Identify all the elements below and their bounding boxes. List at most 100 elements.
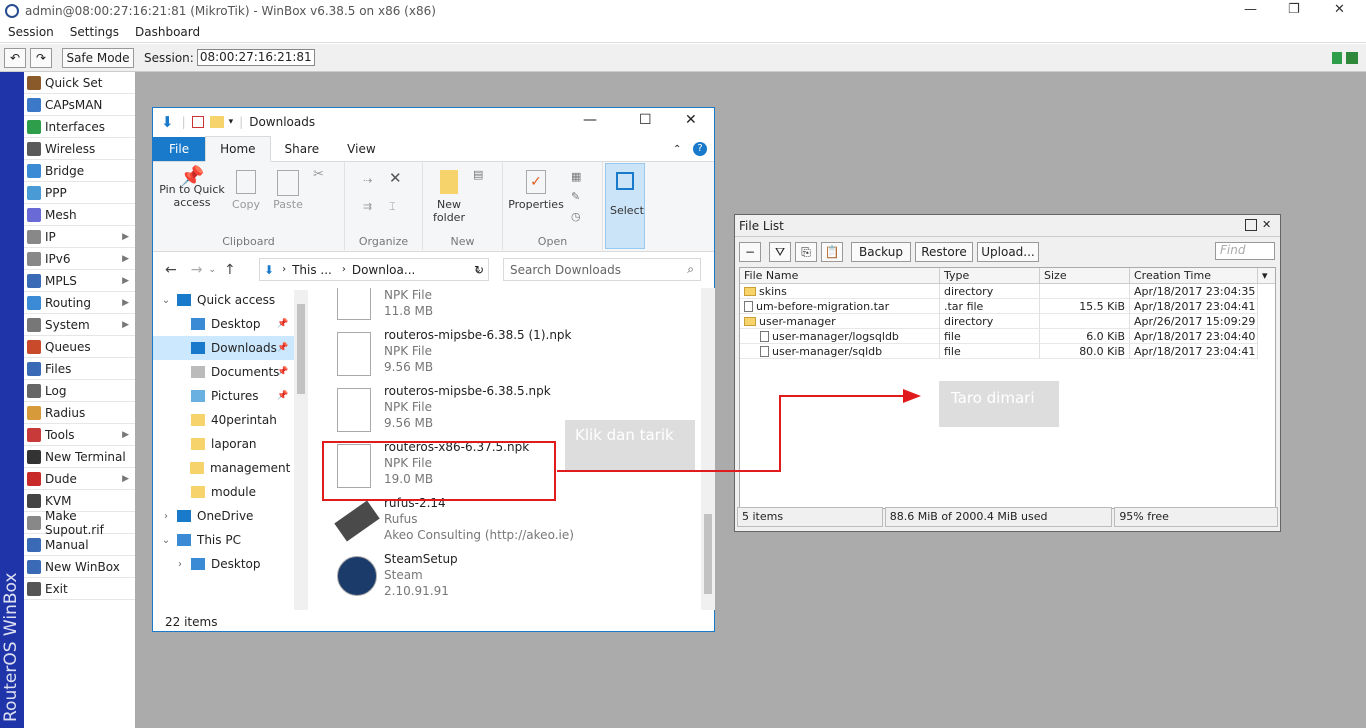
sidebar-item[interactable]: Quick Set: [24, 72, 135, 94]
nav-item[interactable]: ⌄ This PC: [153, 528, 308, 552]
menu-dashboard[interactable]: Dashboard: [135, 25, 200, 39]
explorer-close-button[interactable]: ✕: [685, 112, 697, 128]
redo-button[interactable]: ↷: [30, 47, 52, 68]
maximize-button[interactable]: ❐: [1288, 2, 1300, 17]
tab-share[interactable]: Share: [271, 137, 334, 161]
forward-arrow-icon[interactable]: →: [191, 262, 203, 278]
sidebar-item[interactable]: Bridge: [24, 160, 135, 182]
sidebar-item[interactable]: IPv6 ▶: [24, 248, 135, 270]
sidebar-item[interactable]: Exit: [24, 578, 135, 600]
filter-button[interactable]: ⛛: [769, 242, 791, 262]
history-icon[interactable]: ◷: [571, 210, 581, 223]
delete-icon[interactable]: ✕: [389, 171, 402, 186]
nav-item[interactable]: › Desktop: [153, 552, 308, 576]
nav-item[interactable]: laporan: [153, 432, 308, 456]
nav-item[interactable]: 40perintah: [153, 408, 308, 432]
sidebar-item[interactable]: Mesh: [24, 204, 135, 226]
nav-item[interactable]: Downloads 📌: [153, 336, 308, 360]
paste-button[interactable]: Paste: [271, 170, 305, 211]
sidebar-item[interactable]: IP ▶: [24, 226, 135, 248]
col-size[interactable]: Size: [1040, 268, 1130, 283]
nav-item[interactable]: module: [153, 480, 308, 504]
backup-button[interactable]: Backup: [851, 242, 911, 262]
remove-button[interactable]: −: [739, 242, 761, 262]
address-part-thispc[interactable]: This ...: [292, 263, 332, 277]
up-arrow-icon[interactable]: ↑: [224, 262, 236, 278]
download-arrow-icon[interactable]: ⬇: [161, 113, 174, 131]
tab-home[interactable]: Home: [205, 136, 271, 162]
minimize-button[interactable]: —: [1244, 2, 1257, 17]
copy-to-icon[interactable]: ⇉: [363, 200, 372, 213]
expand-chevron-icon[interactable]: ⌄: [159, 295, 173, 306]
search-downloads-field[interactable]: Search Downloads ⌕: [503, 258, 701, 281]
paste-file-button[interactable]: 📋: [821, 242, 843, 262]
sidebar-item[interactable]: MPLS ▶: [24, 270, 135, 292]
files-scrollbar[interactable]: [701, 288, 715, 610]
select-button[interactable]: Select: [605, 163, 645, 249]
tab-view[interactable]: View: [333, 137, 389, 161]
customize-chevron-icon[interactable]: ▾: [229, 117, 234, 127]
cut-icon[interactable]: ✂: [313, 168, 324, 181]
ribbon-collapse-icon[interactable]: ⌃: [673, 144, 681, 155]
table-row[interactable]: user-manager/sqldb file 80.0 KiB Apr/18/201…: [740, 344, 1275, 359]
nav-item[interactable]: Desktop 📌: [153, 312, 308, 336]
expand-chevron-icon[interactable]: ⌄: [159, 535, 173, 546]
pin-quick-access-button[interactable]: 📌 Pin to Quick access: [157, 166, 227, 209]
table-row[interactable]: um-before-migration.tar .tar file 15.5 KiB…: [740, 299, 1275, 314]
refresh-button[interactable]: ↻: [469, 258, 489, 281]
file-item[interactable]: rufus-2.14 Rufus Akeo Consulting (http://a…: [325, 496, 701, 552]
file-item[interactable]: routeros-mipsbe-6.38.5 (1).npk NPK File 9.…: [325, 328, 701, 384]
move-to-icon[interactable]: ⇢: [363, 174, 372, 187]
menu-settings[interactable]: Settings: [70, 25, 119, 39]
address-part-downloads[interactable]: Downloa...: [352, 263, 415, 277]
sidebar-item[interactable]: Queues: [24, 336, 135, 358]
new-folder-quick-icon[interactable]: [209, 116, 224, 128]
file-item[interactable]: SteamSetup Steam 2.10.91.91: [325, 552, 701, 608]
properties-quick-icon[interactable]: [191, 116, 204, 128]
open-icon[interactable]: ▦: [571, 170, 581, 183]
column-menu-icon[interactable]: ▾: [1258, 268, 1275, 283]
sidebar-item[interactable]: Log: [24, 380, 135, 402]
file-list-close-button[interactable]: ✕: [1262, 218, 1271, 231]
explorer-minimize-button[interactable]: —: [583, 112, 597, 128]
rename-icon[interactable]: ⌶: [389, 200, 396, 213]
col-type[interactable]: Type: [940, 268, 1040, 283]
expand-chevron-icon[interactable]: ›: [173, 559, 187, 570]
table-row[interactable]: skins directory Apr/18/2017 23:04:35: [740, 284, 1275, 299]
upload-button[interactable]: Upload...: [977, 242, 1039, 262]
nav-item[interactable]: ⌄ Quick access: [153, 288, 308, 312]
help-icon[interactable]: ?: [693, 142, 707, 156]
sidebar-item[interactable]: System ▶: [24, 314, 135, 336]
sidebar-item[interactable]: Routing ▶: [24, 292, 135, 314]
sidebar-item[interactable]: Dude ▶: [24, 468, 135, 490]
address-field[interactable]: ⬇ › This ... › Downloa... ⌄: [259, 258, 489, 281]
sidebar-item[interactable]: Manual: [24, 534, 135, 556]
properties-button[interactable]: ✓ Properties: [505, 170, 567, 211]
table-row[interactable]: user-manager/logsqldb file 6.0 KiB Apr/18/2…: [740, 329, 1275, 344]
sidebar-item[interactable]: New Terminal: [24, 446, 135, 468]
sidebar-item[interactable]: CAPsMAN: [24, 94, 135, 116]
find-input[interactable]: Find: [1215, 242, 1275, 260]
nav-item[interactable]: › OneDrive: [153, 504, 308, 528]
new-item-icon[interactable]: ▤: [473, 168, 483, 181]
sidebar-item[interactable]: PPP: [24, 182, 135, 204]
menu-session[interactable]: Session: [8, 25, 54, 39]
nav-item[interactable]: Documents 📌: [153, 360, 308, 384]
col-creation-time[interactable]: Creation Time: [1130, 268, 1258, 283]
close-button[interactable]: ✕: [1334, 2, 1345, 17]
new-folder-button[interactable]: New folder: [429, 170, 469, 224]
sidebar-item[interactable]: Interfaces: [24, 116, 135, 138]
nav-scrollbar[interactable]: [294, 290, 308, 610]
table-row[interactable]: user-manager directory Apr/26/2017 15:09:2…: [740, 314, 1275, 329]
copy-file-button[interactable]: ⎘: [795, 242, 817, 262]
sidebar-item[interactable]: Files: [24, 358, 135, 380]
sidebar-item[interactable]: Wireless: [24, 138, 135, 160]
sidebar-item[interactable]: Tools ▶: [24, 424, 135, 446]
expand-chevron-icon[interactable]: ›: [159, 511, 173, 522]
nav-item[interactable]: Pictures 📌: [153, 384, 308, 408]
edit-icon[interactable]: ✎: [571, 190, 580, 203]
undo-button[interactable]: ↶: [4, 47, 26, 68]
file-list-maximize-button[interactable]: [1245, 219, 1257, 231]
safe-mode-button[interactable]: Safe Mode: [62, 47, 134, 68]
restore-button[interactable]: Restore: [915, 242, 973, 262]
